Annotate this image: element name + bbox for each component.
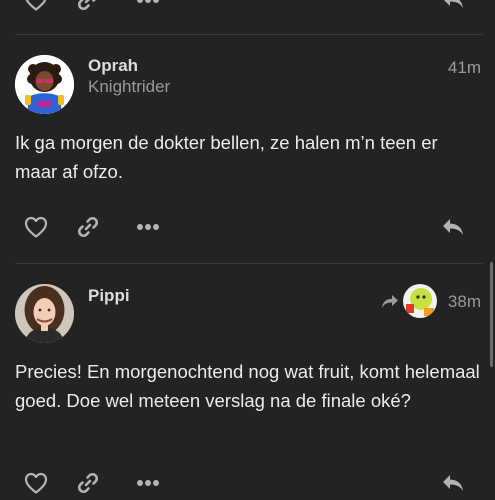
post-body: Ik ga morgen de dokter bellen, ze halen …: [15, 132, 438, 182]
heart-icon: [24, 216, 48, 238]
post-time[interactable]: 41m: [448, 58, 481, 78]
heart-icon: [25, 0, 47, 11]
scrollbar[interactable]: [490, 262, 493, 367]
reply-to-avatar: [403, 284, 437, 318]
more-button[interactable]: [131, 0, 165, 17]
reply-icon: [444, 0, 463, 8]
reply-button[interactable]: [436, 210, 470, 244]
more-icon: [137, 480, 159, 486]
post-actions-previous: [0, 0, 495, 20]
like-button[interactable]: [19, 210, 53, 244]
avatar[interactable]: [15, 55, 74, 114]
avatar[interactable]: [15, 284, 74, 343]
display-name[interactable]: Pippi: [88, 286, 130, 306]
link-icon: [77, 0, 96, 11]
link-icon: [77, 472, 99, 494]
more-button[interactable]: [131, 210, 165, 244]
post-actions-pippi: [0, 464, 495, 500]
reply-to-avatar-image: [403, 284, 437, 318]
reply-arrow-icon: [382, 294, 398, 308]
reply-button[interactable]: [436, 466, 470, 500]
heart-icon: [24, 472, 48, 494]
divider: [15, 263, 483, 264]
more-button[interactable]: [131, 466, 165, 500]
display-name[interactable]: Oprah: [88, 56, 138, 76]
copy-link-button[interactable]: [71, 466, 105, 500]
timeline: Oprah Knightrider 41m Ik ga morgen de do…: [0, 0, 495, 500]
more-icon: [137, 0, 159, 3]
post-body: Precies! En morgenochtend nog wat fruit,…: [15, 361, 480, 411]
reply-button[interactable]: [436, 0, 470, 17]
post-time[interactable]: 38m: [448, 292, 481, 312]
reply-icon: [443, 219, 463, 235]
username[interactable]: Knightrider: [88, 77, 170, 97]
reply-to-indicator[interactable]: [381, 284, 437, 318]
link-icon: [77, 216, 99, 238]
post-actions-oprah: [0, 208, 495, 248]
like-button[interactable]: [19, 466, 53, 500]
avatar-pippi-image: [15, 284, 74, 343]
more-icon: [137, 224, 159, 230]
avatar-oprah-image: [15, 55, 74, 114]
reply-icon: [443, 475, 463, 491]
divider: [15, 34, 483, 35]
copy-link-button[interactable]: [71, 210, 105, 244]
copy-link-button[interactable]: [71, 0, 105, 17]
like-button[interactable]: [19, 0, 53, 17]
